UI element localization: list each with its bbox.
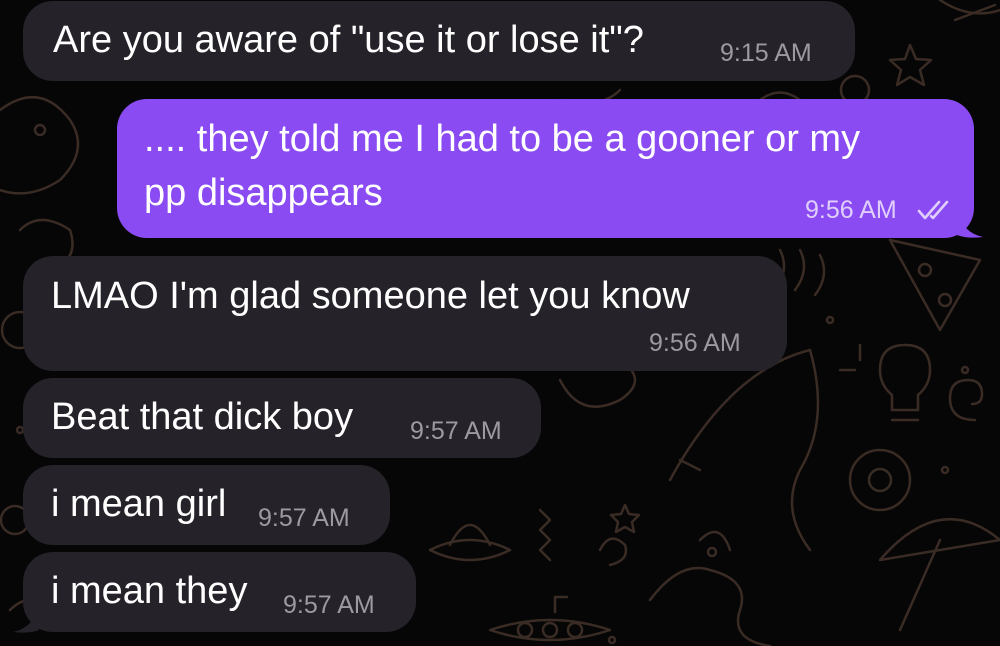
message-timestamp: 9:57 AM xyxy=(258,504,350,532)
message-bubble-outgoing[interactable]: .... they told me I had to be a gooner o… xyxy=(117,99,983,238)
message-timestamp: 9:57 AM xyxy=(283,591,375,619)
message-text: Beat that dick boy xyxy=(51,396,354,438)
message-bubble-incoming[interactable]: Beat that dick boy 9:57 AM xyxy=(23,378,541,458)
bubble-tail xyxy=(957,211,983,238)
message-text: i mean they xyxy=(51,570,248,612)
message-text: LMAO I'm glad someone let you know xyxy=(51,275,690,317)
message-bubble-incoming[interactable]: i mean they 9:57 AM xyxy=(13,552,416,633)
message-timestamp: 9:56 AM xyxy=(805,196,897,224)
message-bubble-incoming[interactable]: LMAO I'm glad someone let you know 9:56 … xyxy=(23,256,787,371)
bubble-tail xyxy=(13,606,39,633)
message-timestamp: 9:57 AM xyxy=(410,417,502,445)
message-text-line-2: pp disappears xyxy=(144,172,383,214)
message-bubble-incoming[interactable]: Are you aware of "use it or lose it"? 9:… xyxy=(23,1,855,81)
message-text: Are you aware of "use it or lose it"? xyxy=(53,19,644,61)
message-timestamp: 9:56 AM xyxy=(649,329,741,357)
message-text: i mean girl xyxy=(51,483,227,525)
read-double-check-icon xyxy=(917,200,949,220)
message-text-line-1: .... they told me I had to be a gooner o… xyxy=(144,118,861,160)
message-bubble-incoming[interactable]: i mean girl 9:57 AM xyxy=(23,465,390,545)
message-timestamp: 9:15 AM xyxy=(720,39,812,67)
